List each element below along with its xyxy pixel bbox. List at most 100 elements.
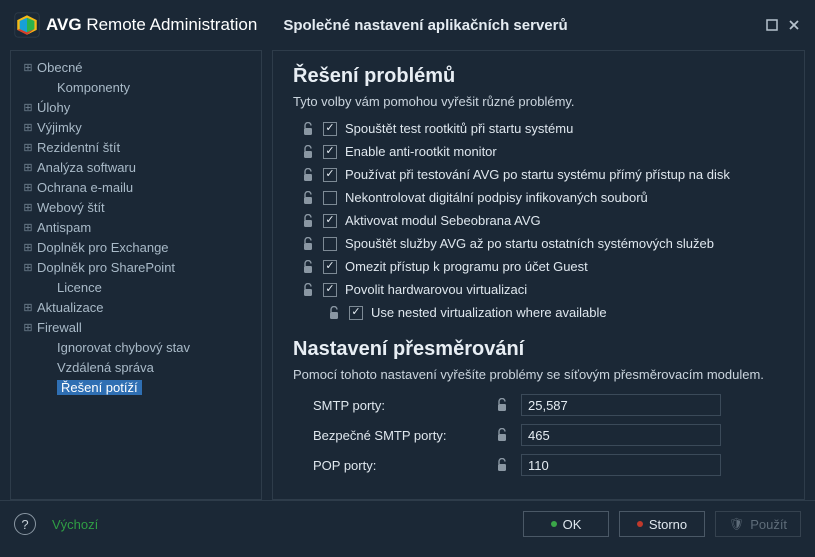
sidebar-item[interactable]: ⊞Antispam xyxy=(11,217,261,237)
sidebar-item[interactable]: ⊞Doplněk pro SharePoint xyxy=(11,257,261,277)
sidebar-item-label: Firewall xyxy=(37,320,82,335)
sidebar-item[interactable]: Komponenty xyxy=(11,77,261,97)
sidebar-item[interactable]: ⊞Firewall xyxy=(11,317,261,337)
option-checkbox[interactable] xyxy=(323,260,337,274)
sidebar-item[interactable]: ⊞Rezidentní štít xyxy=(11,137,261,157)
lock-icon[interactable] xyxy=(301,168,315,182)
lock-icon[interactable] xyxy=(495,398,509,412)
sidebar-item[interactable]: ⊞Úlohy xyxy=(11,97,261,117)
sidebar-item-label: Analýza softwaru xyxy=(37,160,136,175)
sidebar-item-label: Obecné xyxy=(37,60,83,75)
port-input[interactable] xyxy=(521,454,721,476)
main-scroll[interactable]: Řešení problémů Tyto volby vám pomohou v… xyxy=(273,51,804,499)
section-hint-redirect: Pomocí tohoto nastavení vyřešíte problém… xyxy=(293,367,780,382)
port-row: Bezpečné SMTP porty: xyxy=(293,420,780,450)
lock-icon[interactable] xyxy=(495,428,509,442)
option-checkbox[interactable] xyxy=(323,237,337,251)
sidebar-item[interactable]: ⊞Obecné xyxy=(11,57,261,77)
sidebar-item[interactable]: Vzdálená správa xyxy=(11,357,261,377)
sidebar-item-label: Ignorovat chybový stav xyxy=(57,340,190,355)
help-button[interactable]: ? xyxy=(14,513,36,535)
sidebar-item-label: Komponenty xyxy=(57,80,130,95)
sidebar-item[interactable]: ⊞Aktualizace xyxy=(11,297,261,317)
option-row: Omezit přístup k programu pro účet Guest xyxy=(293,255,780,278)
lock-icon[interactable] xyxy=(327,306,341,320)
sidebar-item-label: Doplněk pro Exchange xyxy=(37,240,169,255)
expand-icon: ⊞ xyxy=(21,161,35,174)
port-input[interactable] xyxy=(521,424,721,446)
option-label: Nekontrolovat digitální podpisy infikova… xyxy=(345,190,648,205)
expand-icon: ⊞ xyxy=(21,241,35,254)
lock-icon[interactable] xyxy=(301,145,315,159)
expand-icon: ⊞ xyxy=(21,261,35,274)
option-checkbox[interactable] xyxy=(323,145,337,159)
option-row: Use nested virtualization where availabl… xyxy=(293,301,780,324)
lock-icon[interactable] xyxy=(301,237,315,251)
option-label: Povolit hardwarovou virtualizaci xyxy=(345,282,527,297)
option-checkbox[interactable] xyxy=(323,168,337,182)
expand-icon: ⊞ xyxy=(21,101,35,114)
option-label: Enable anti-rootkit monitor xyxy=(345,144,497,159)
titlebar: AVG Remote Administration Společné nasta… xyxy=(0,0,815,50)
option-checkbox[interactable] xyxy=(323,283,337,297)
sidebar-item[interactable]: Řešení potíží xyxy=(11,377,261,397)
port-input[interactable] xyxy=(521,394,721,416)
lock-icon[interactable] xyxy=(301,191,315,205)
avg-logo-icon xyxy=(14,12,40,38)
sidebar-item[interactable]: ⊞Ochrana e-mailu xyxy=(11,177,261,197)
sidebar-item-label: Antispam xyxy=(37,220,91,235)
section-hint-troubleshoot: Tyto volby vám pomohou vyřešit různé pro… xyxy=(293,94,780,109)
expand-icon: ⊞ xyxy=(21,141,35,154)
main-panel: Řešení problémů Tyto volby vám pomohou v… xyxy=(272,50,805,500)
lock-icon[interactable] xyxy=(301,260,315,274)
sidebar-item[interactable]: ⊞Webový štít xyxy=(11,197,261,217)
section-title-troubleshoot: Řešení problémů xyxy=(293,65,780,88)
shield-icon: 🛡 xyxy=(729,517,744,531)
sidebar-item-label: Úlohy xyxy=(37,100,70,115)
sidebar-item[interactable]: ⊞Analýza softwaru xyxy=(11,157,261,177)
app-logo: AVG Remote Administration xyxy=(14,12,257,38)
sidebar-item[interactable]: Licence xyxy=(11,277,261,297)
option-row: Povolit hardwarovou virtualizaci xyxy=(293,278,780,301)
lock-icon[interactable] xyxy=(495,458,509,472)
lock-icon[interactable] xyxy=(301,214,315,228)
option-checkbox[interactable] xyxy=(349,306,363,320)
app-title: AVG Remote Administration xyxy=(46,15,257,35)
close-button[interactable] xyxy=(787,18,801,32)
option-label: Spouštět služby AVG až po startu ostatní… xyxy=(345,236,714,251)
expand-icon: ⊞ xyxy=(21,301,35,314)
sidebar-item-label: Řešení potíží xyxy=(57,380,142,395)
option-row: Nekontrolovat digitální podpisy infikova… xyxy=(293,186,780,209)
option-row: Spouštět služby AVG až po startu ostatní… xyxy=(293,232,780,255)
sidebar-item[interactable]: Ignorovat chybový stav xyxy=(11,337,261,357)
expand-icon: ⊞ xyxy=(21,121,35,134)
sidebar-item-label: Vzdálená správa xyxy=(57,360,154,375)
option-label: Use nested virtualization where availabl… xyxy=(371,305,607,320)
cancel-button[interactable]: Storno xyxy=(619,511,705,537)
minimize-button[interactable] xyxy=(765,18,779,32)
expand-icon: ⊞ xyxy=(21,181,35,194)
port-label: POP porty: xyxy=(313,458,483,473)
sidebar-item[interactable]: ⊞Výjimky xyxy=(11,117,261,137)
expand-icon: ⊞ xyxy=(21,201,35,214)
option-checkbox[interactable] xyxy=(323,191,337,205)
ok-button[interactable]: OK xyxy=(523,511,609,537)
lock-icon[interactable] xyxy=(301,122,315,136)
option-checkbox[interactable] xyxy=(323,214,337,228)
expand-icon: ⊞ xyxy=(21,221,35,234)
port-row: POP porty: xyxy=(293,450,780,480)
sidebar[interactable]: ⊞ObecnéKomponenty⊞Úlohy⊞Výjimky⊞Rezident… xyxy=(10,50,262,500)
sidebar-item-label: Licence xyxy=(57,280,102,295)
sidebar-item-label: Webový štít xyxy=(37,200,105,215)
section-title-redirect: Nastavení přesměrování xyxy=(293,338,780,361)
restore-defaults-link[interactable]: Výchozí xyxy=(52,517,98,532)
port-row: SMTP porty: xyxy=(293,390,780,420)
option-label: Spouštět test rootkitů při startu systém… xyxy=(345,121,573,136)
sidebar-item[interactable]: ⊞Doplněk pro Exchange xyxy=(11,237,261,257)
apply-button[interactable]: 🛡Použít xyxy=(715,511,801,537)
option-row: Spouštět test rootkitů při startu systém… xyxy=(293,117,780,140)
option-checkbox[interactable] xyxy=(323,122,337,136)
port-label: Bezpečné SMTP porty: xyxy=(313,428,483,443)
option-row: Aktivovat modul Sebeobrana AVG xyxy=(293,209,780,232)
lock-icon[interactable] xyxy=(301,283,315,297)
